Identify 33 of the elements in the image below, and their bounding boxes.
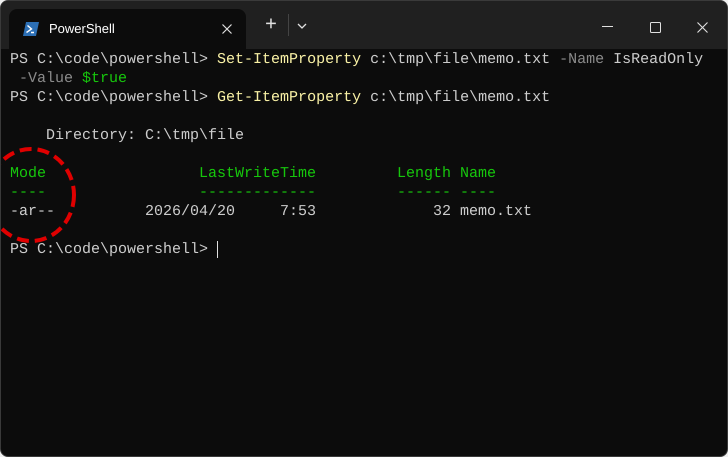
variable-value: $true bbox=[81, 70, 128, 87]
command-text: IsReadOnly bbox=[612, 51, 704, 68]
table-cell: memo.txt bbox=[460, 203, 532, 220]
header-underline: ---- bbox=[10, 184, 46, 201]
table-cell: 32 bbox=[433, 203, 452, 220]
close-tab-icon[interactable] bbox=[222, 24, 232, 34]
terminal-tab[interactable]: PowerShell bbox=[9, 9, 246, 49]
column-header: Mode bbox=[10, 165, 46, 182]
parameter-name: -Name bbox=[558, 51, 604, 68]
tab-title: PowerShell bbox=[49, 20, 116, 38]
column-header: Name bbox=[460, 165, 496, 182]
command-text: c:\tmp\file\memo.txt bbox=[369, 89, 550, 106]
command-name: Get-ItemProperty bbox=[216, 89, 362, 106]
close-icon[interactable] bbox=[697, 22, 708, 33]
column-header: LastWriteTime bbox=[199, 165, 316, 182]
maximize-icon[interactable] bbox=[650, 22, 661, 33]
table-cell: -ar-- bbox=[10, 203, 56, 220]
powershell-icon bbox=[23, 22, 39, 36]
header-underline: ------------- bbox=[199, 184, 316, 201]
command-text: c:\tmp\file\memo.txt bbox=[369, 51, 550, 68]
header-underline: ---- bbox=[460, 184, 496, 201]
text-cursor bbox=[217, 241, 218, 258]
command-text: Directory: C:\tmp\file bbox=[45, 127, 244, 144]
command-name: Set-ItemProperty bbox=[216, 51, 362, 68]
header-underline: ------ bbox=[397, 184, 452, 201]
shell-prompt: PS C:\code\powershell> bbox=[10, 89, 208, 106]
table-cell: 2026/04/20 7:53 bbox=[145, 203, 316, 220]
dropdown-chevron-icon[interactable] bbox=[297, 23, 307, 29]
parameter-name: -Value bbox=[18, 70, 74, 87]
shell-prompt: PS C:\code\powershell> bbox=[10, 240, 208, 259]
new-tab-button[interactable]: + bbox=[258, 11, 284, 37]
column-header: Length bbox=[397, 165, 452, 182]
shell-prompt: PS C:\code\powershell> bbox=[10, 51, 208, 68]
